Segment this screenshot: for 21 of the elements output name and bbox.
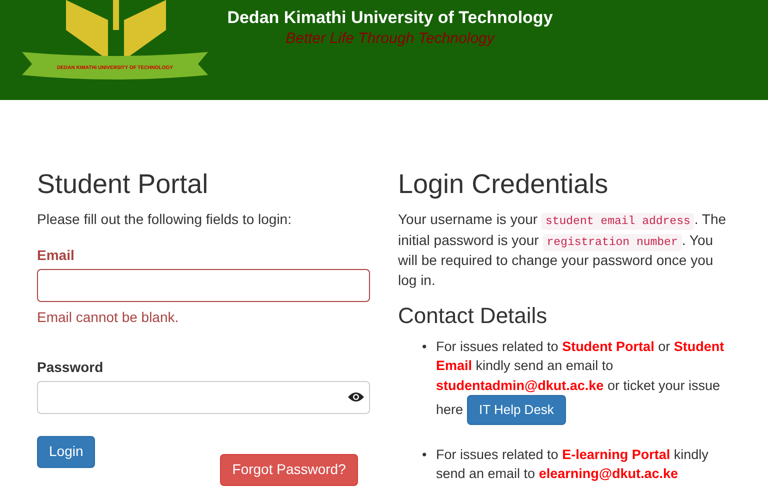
eye-icon[interactable] (348, 391, 364, 404)
list-item-text: For issues related to Student Portal or Student Email kindly send an email to studentadmin@dkut.ac.ke or ticket your issue (436, 338, 726, 395)
site-title: Dedan Kimathi University of Technology (227, 7, 553, 29)
list-item-text: here (436, 401, 464, 420)
field-label: Email (37, 246, 76, 266)
bullet-marker: • (422, 446, 428, 464)
password-field[interactable] (37, 380, 370, 414)
credentials-text: Your username is your student email address . The initial password is your registration number . You will be required to change your password once you log in. (398, 210, 728, 290)
help-desk-button[interactable]: IT Help Desk (467, 394, 566, 426)
section-heading: Contact Details (398, 302, 548, 330)
section-heading: Login Credentials (398, 168, 610, 200)
site-motto: Better Life Through Technology (286, 30, 494, 48)
list-item-text: For issues related to E-learning Portal kindly send an email to elearning@dkut.ac.ke (436, 446, 710, 484)
intro-text: Please fill out the following fields to login: (37, 210, 292, 230)
page-heading: Student Portal (37, 168, 210, 200)
error-message: Email cannot be blank. (37, 308, 180, 328)
bullet-marker: • (422, 338, 428, 356)
forgot-password-button[interactable]: Forgot Password? (220, 454, 358, 486)
field-label: Password (37, 358, 104, 378)
login-button[interactable]: Login (37, 436, 96, 468)
email-field[interactable] (37, 269, 370, 302)
